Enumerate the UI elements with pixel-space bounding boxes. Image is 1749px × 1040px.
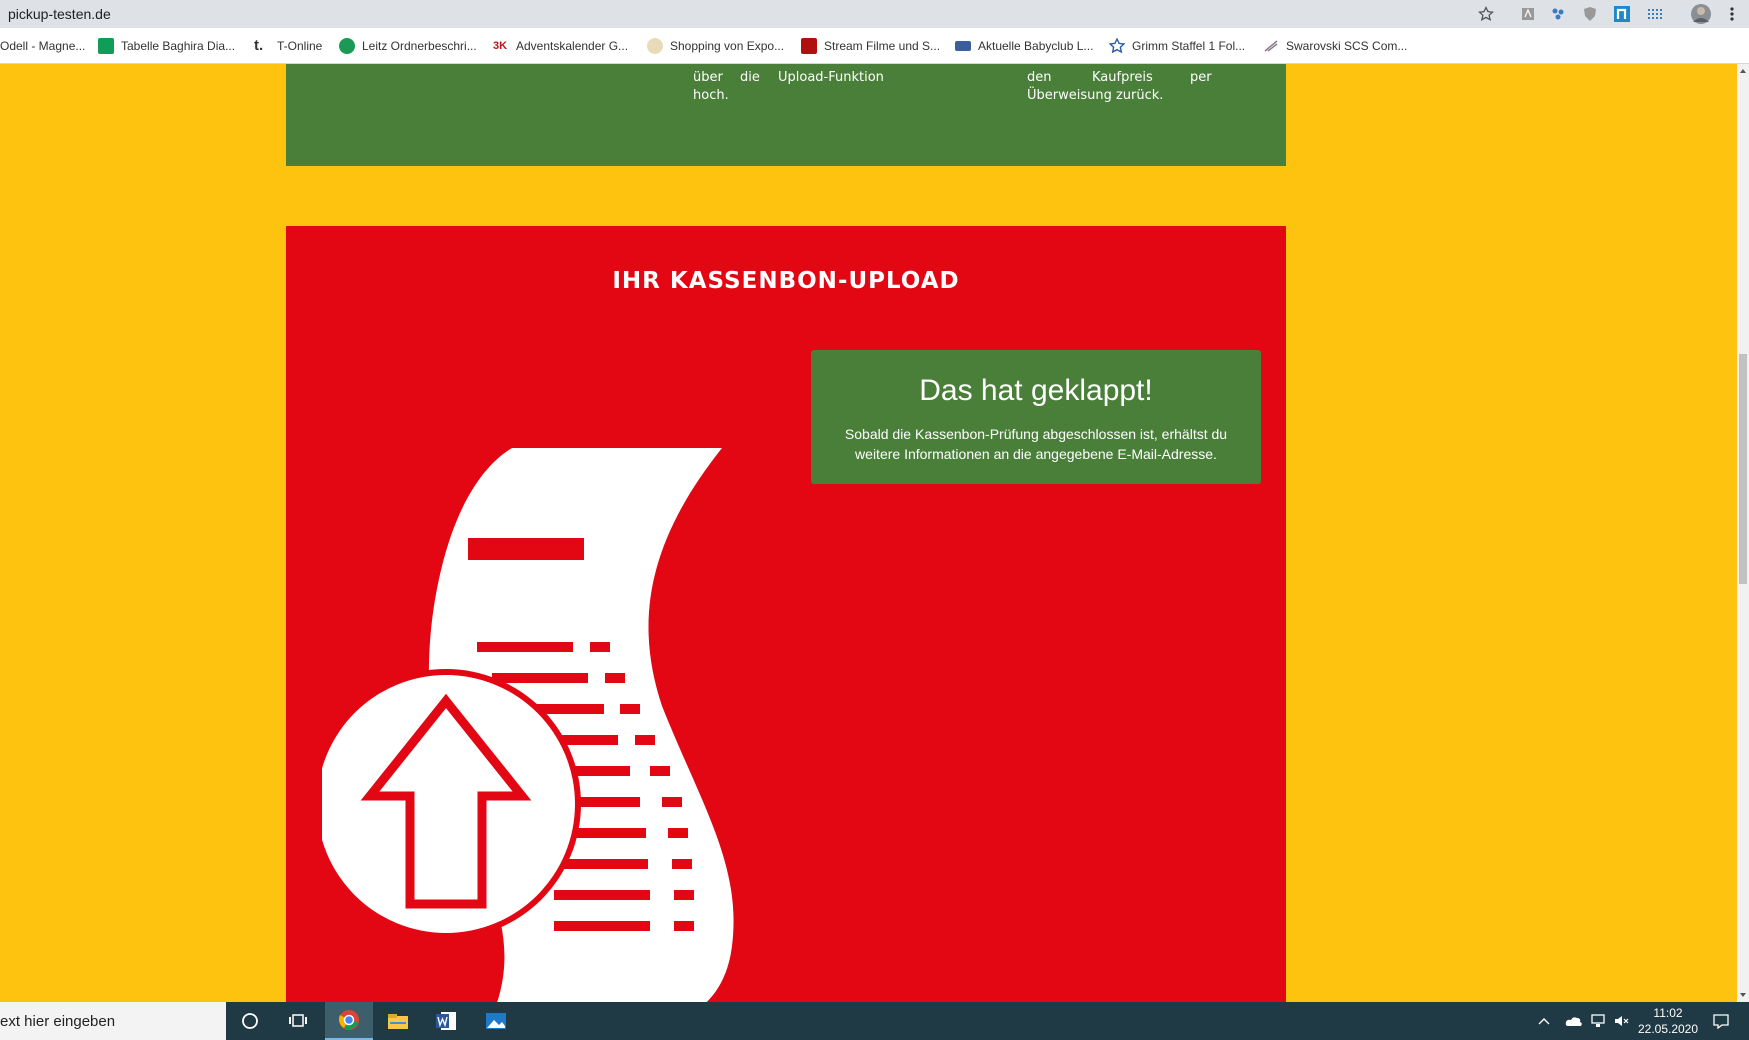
bookmark-label: Leitz Ordnerbeschri... bbox=[362, 39, 477, 53]
extension-puzzle-icon[interactable] bbox=[1548, 4, 1568, 24]
photos-icon[interactable] bbox=[472, 1002, 520, 1040]
t-online-icon: t. bbox=[254, 37, 264, 54]
step-text: über bbox=[693, 70, 723, 85]
bookmark-item[interactable]: Swarovski SCS Com... bbox=[1263, 37, 1407, 55]
profile-avatar-icon[interactable] bbox=[1690, 3, 1712, 25]
step-text: hoch. bbox=[693, 88, 729, 103]
bookmark-label: Adventskalender G... bbox=[516, 39, 629, 53]
bookmark-item[interactable]: Odell - Magne... bbox=[0, 37, 85, 55]
onedrive-icon[interactable] bbox=[1564, 1002, 1584, 1040]
bookmark-label: T-Online bbox=[277, 39, 323, 53]
bookmark-item[interactable]: Leitz Ordnerbeschri... bbox=[339, 37, 477, 55]
step-text: Kaufpreis bbox=[1092, 70, 1153, 85]
cortana-icon[interactable] bbox=[226, 1002, 274, 1040]
notification-center-icon[interactable] bbox=[1706, 1002, 1736, 1040]
bookmark-item[interactable]: Aktuelle Babyclub L... bbox=[955, 37, 1093, 55]
task-view-icon[interactable] bbox=[274, 1002, 322, 1040]
steps-band: über die Upload-Funktion hoch. den Kaufp… bbox=[286, 64, 1286, 166]
tray-chevron-icon[interactable] bbox=[1534, 1002, 1554, 1040]
shopping-icon bbox=[647, 38, 663, 54]
clock-date: 22.05.2020 bbox=[1637, 1022, 1699, 1036]
shield-extension-icon[interactable] bbox=[1580, 4, 1600, 24]
step-text: Upload-Funktion bbox=[778, 70, 884, 85]
leitz-icon bbox=[339, 38, 355, 54]
bookmark-label: Stream Filme und S... bbox=[824, 39, 941, 53]
bookmark-label: Odell - Magne... bbox=[0, 39, 86, 53]
bookmark-label: Swarovski SCS Com... bbox=[1286, 39, 1408, 53]
receipt-upload-illustration bbox=[322, 448, 734, 1002]
success-text: Sobald die Kassenbon-Prüfung abgeschloss… bbox=[844, 426, 1228, 462]
scroll-up-icon[interactable] bbox=[1737, 66, 1749, 76]
scroll-down-icon[interactable] bbox=[1737, 990, 1749, 1000]
bookmark-label: Shopping von Expo... bbox=[670, 39, 785, 53]
page-viewport: über die Upload-Funktion hoch. den Kaufp… bbox=[0, 64, 1749, 1002]
upload-arrow-icon bbox=[322, 669, 581, 939]
bookmark-label: Tabelle Baghira Dia... bbox=[121, 39, 236, 53]
taskbar-search-box[interactable]: ext hier eingeben bbox=[0, 1002, 226, 1040]
sheets-icon bbox=[98, 38, 114, 54]
section-title: IHR KASSENBON-UPLOAD bbox=[612, 268, 960, 294]
step-text: per bbox=[1190, 70, 1212, 85]
browser-menu-icon[interactable] bbox=[1722, 4, 1742, 24]
step-text: Überweisung zurück. bbox=[1027, 88, 1164, 103]
receipt-upload-section: IHR KASSENBON-UPLOAD Das hat geklappt! S… bbox=[286, 226, 1286, 1002]
star-icon bbox=[1109, 38, 1125, 54]
bookmark-item[interactable]: Stream Filme und S... bbox=[801, 37, 940, 55]
bookmark-item[interactable]: Grimm Staffel 1 Fol... bbox=[1109, 37, 1245, 55]
file-explorer-icon[interactable] bbox=[374, 1002, 422, 1040]
bookmark-item[interactable]: 3K Adventskalender G... bbox=[493, 37, 628, 55]
bookmark-label: Aktuelle Babyclub L... bbox=[978, 39, 1094, 53]
advent-icon: 3K bbox=[493, 40, 508, 52]
bookmark-label: Grimm Staffel 1 Fol... bbox=[1132, 39, 1246, 53]
babyclub-icon bbox=[955, 41, 971, 51]
page-scrollbar[interactable] bbox=[1737, 64, 1749, 1002]
bookmark-item[interactable]: Tabelle Baghira Dia... bbox=[98, 37, 235, 55]
chrome-icon[interactable] bbox=[325, 1002, 373, 1040]
success-title: Das hat geklappt! bbox=[919, 374, 1153, 407]
step-text: die bbox=[740, 70, 760, 85]
taskbar-clock[interactable]: 11:02 22.05.2020 bbox=[1628, 1005, 1708, 1037]
swarovski-icon bbox=[1264, 40, 1278, 52]
stream-icon bbox=[801, 38, 817, 54]
windows-taskbar: ext hier eingeben 11:02 22.05.2020 bbox=[0, 1002, 1749, 1040]
url-text[interactable]: pickup-testen.de bbox=[8, 6, 111, 22]
n-extension-icon[interactable] bbox=[1612, 4, 1632, 24]
bookmark-item[interactable]: Shopping von Expo... bbox=[647, 37, 784, 55]
taskbar-search-text: ext hier eingeben bbox=[0, 1013, 116, 1030]
step-text: den bbox=[1027, 70, 1052, 85]
pdf-extension-icon[interactable] bbox=[1518, 4, 1538, 24]
apps-grid-icon[interactable] bbox=[1645, 4, 1665, 24]
browser-address-bar[interactable]: pickup-testen.de bbox=[0, 0, 1749, 28]
clock-time: 11:02 bbox=[1653, 1006, 1683, 1020]
bookmark-star-icon[interactable] bbox=[1476, 4, 1496, 24]
bookmark-item[interactable]: t. T-Online bbox=[254, 37, 322, 55]
word-icon[interactable] bbox=[422, 1002, 470, 1040]
network-icon[interactable] bbox=[1588, 1002, 1608, 1040]
bookmarks-bar: Odell - Magne... Tabelle Baghira Dia... … bbox=[0, 28, 1749, 64]
scroll-thumb[interactable] bbox=[1739, 354, 1747, 584]
success-message-box: Das hat geklappt! Sobald die Kassenbon-P… bbox=[811, 350, 1261, 484]
